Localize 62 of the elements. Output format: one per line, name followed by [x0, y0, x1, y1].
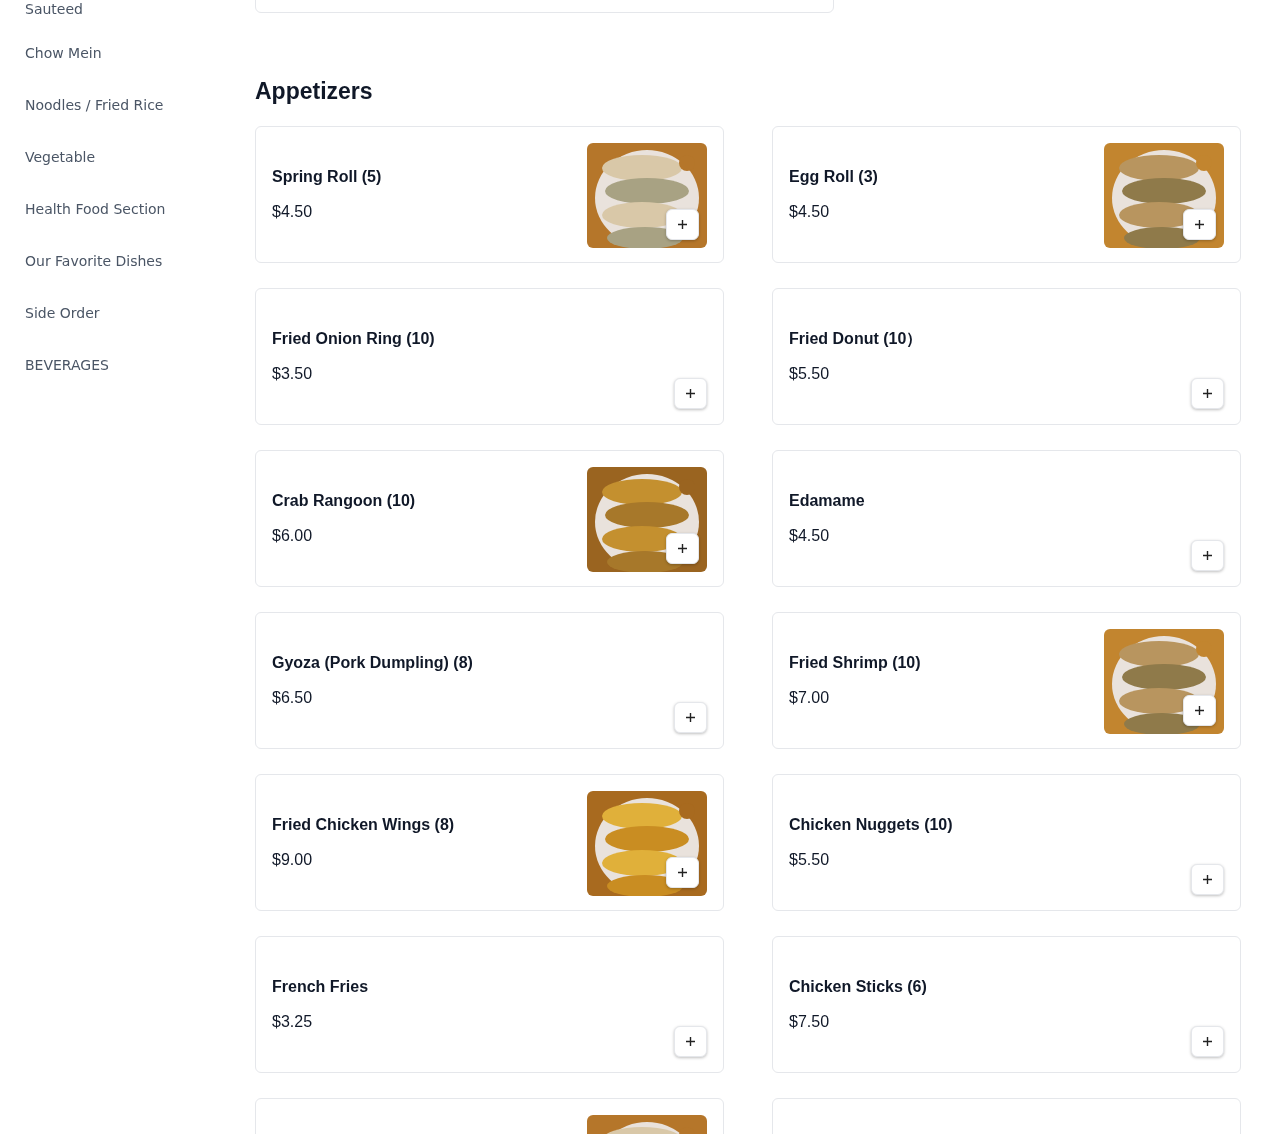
item-name: Spring Roll (5) [272, 167, 383, 187]
menu-item-card[interactable]: Fried Donut (10） $5.50 [772, 288, 1241, 425]
plus-icon [677, 867, 688, 878]
menu-item-card[interactable]: French Fries $3.25 [255, 936, 724, 1073]
item-price: $5.50 [789, 850, 831, 870]
item-price: $9.00 [272, 850, 314, 870]
menu-item-card[interactable]: Fried Chicken Wings (8) $9.00 [255, 774, 724, 911]
menu-item-card[interactable]: Egg Roll (3) $4.50 [772, 126, 1241, 263]
category-link[interactable]: Health Food Section [25, 200, 255, 218]
plus-icon [1194, 219, 1205, 230]
item-name: Fried Onion Ring (10) [272, 329, 436, 349]
category-link[interactable]: Vegetable [25, 148, 255, 166]
plus-icon [685, 1036, 696, 1047]
item-name: Fried Donut (10） [789, 329, 924, 349]
plus-icon [1202, 874, 1213, 885]
item-price: $4.50 [272, 202, 314, 222]
menu-item-card[interactable]: Chicken Nuggets (10) $5.50 [772, 774, 1241, 911]
item-name: Fried Shrimp (10) [789, 653, 922, 673]
item-price: $6.50 [272, 688, 314, 708]
add-button[interactable] [1183, 209, 1216, 240]
plus-icon [685, 388, 696, 399]
menu-item-card[interactable]: Crab Rangoon (10) $6.00 [255, 450, 724, 587]
item-name: Chicken Nuggets (10) [789, 815, 954, 835]
menu-item-card[interactable]: Chicken Sticks (6) $7.50 [772, 936, 1241, 1073]
category-link[interactable]: Chow Mein [25, 44, 255, 62]
item-price: $7.00 [789, 688, 831, 708]
category-link[interactable]: Our Favorite Dishes [25, 252, 255, 270]
item-name: French Fries [272, 977, 370, 997]
section-title: Appetizers [255, 77, 374, 106]
add-button[interactable] [1183, 695, 1216, 726]
plus-icon [1202, 388, 1213, 399]
add-button[interactable] [666, 533, 699, 564]
item-price: $3.25 [272, 1012, 314, 1032]
item-name: Gyoza (Pork Dumpling) (8) [272, 653, 474, 673]
category-link[interactable]: Sauteed [25, 0, 255, 18]
plus-icon [1202, 1036, 1213, 1047]
plus-icon [1202, 550, 1213, 561]
item-price: $3.50 [272, 364, 314, 384]
plus-icon [1194, 705, 1205, 716]
item-name: Crab Rangoon (10) [272, 491, 417, 511]
item-price: $4.50 [789, 202, 831, 222]
plus-icon [677, 219, 688, 230]
item-name: Egg Roll (3) [789, 167, 879, 187]
menu-item-card[interactable]: Edamame $4.50 [772, 450, 1241, 587]
category-link[interactable]: Noodles / Fried Rice [25, 96, 255, 114]
add-button[interactable] [666, 209, 699, 240]
category-link[interactable]: Side Order [25, 304, 255, 322]
item-price: $5.50 [789, 364, 831, 384]
menu-item-card[interactable]: Fried Shrimp (10) $7.00 [772, 612, 1241, 749]
menu-item-card[interactable]: Fried Onion Ring (10) $3.50 [255, 288, 724, 425]
category-link[interactable]: BEVERAGES [25, 356, 255, 374]
add-button[interactable] [666, 857, 699, 888]
item-name: Edamame [789, 491, 866, 511]
item-name: Fried Chicken Wings (8) [272, 815, 456, 835]
item-price: $7.50 [789, 1012, 831, 1032]
item-name: Chicken Sticks (6) [789, 977, 928, 997]
plus-icon [677, 543, 688, 554]
item-price: $6.00 [272, 526, 314, 546]
plus-icon [685, 712, 696, 723]
menu-item-card[interactable]: Spring Roll (5) $4.50 [255, 126, 724, 263]
item-price: $4.50 [789, 526, 831, 546]
menu-item-card[interactable]: Gyoza (Pork Dumpling) (8) $6.50 [255, 612, 724, 749]
